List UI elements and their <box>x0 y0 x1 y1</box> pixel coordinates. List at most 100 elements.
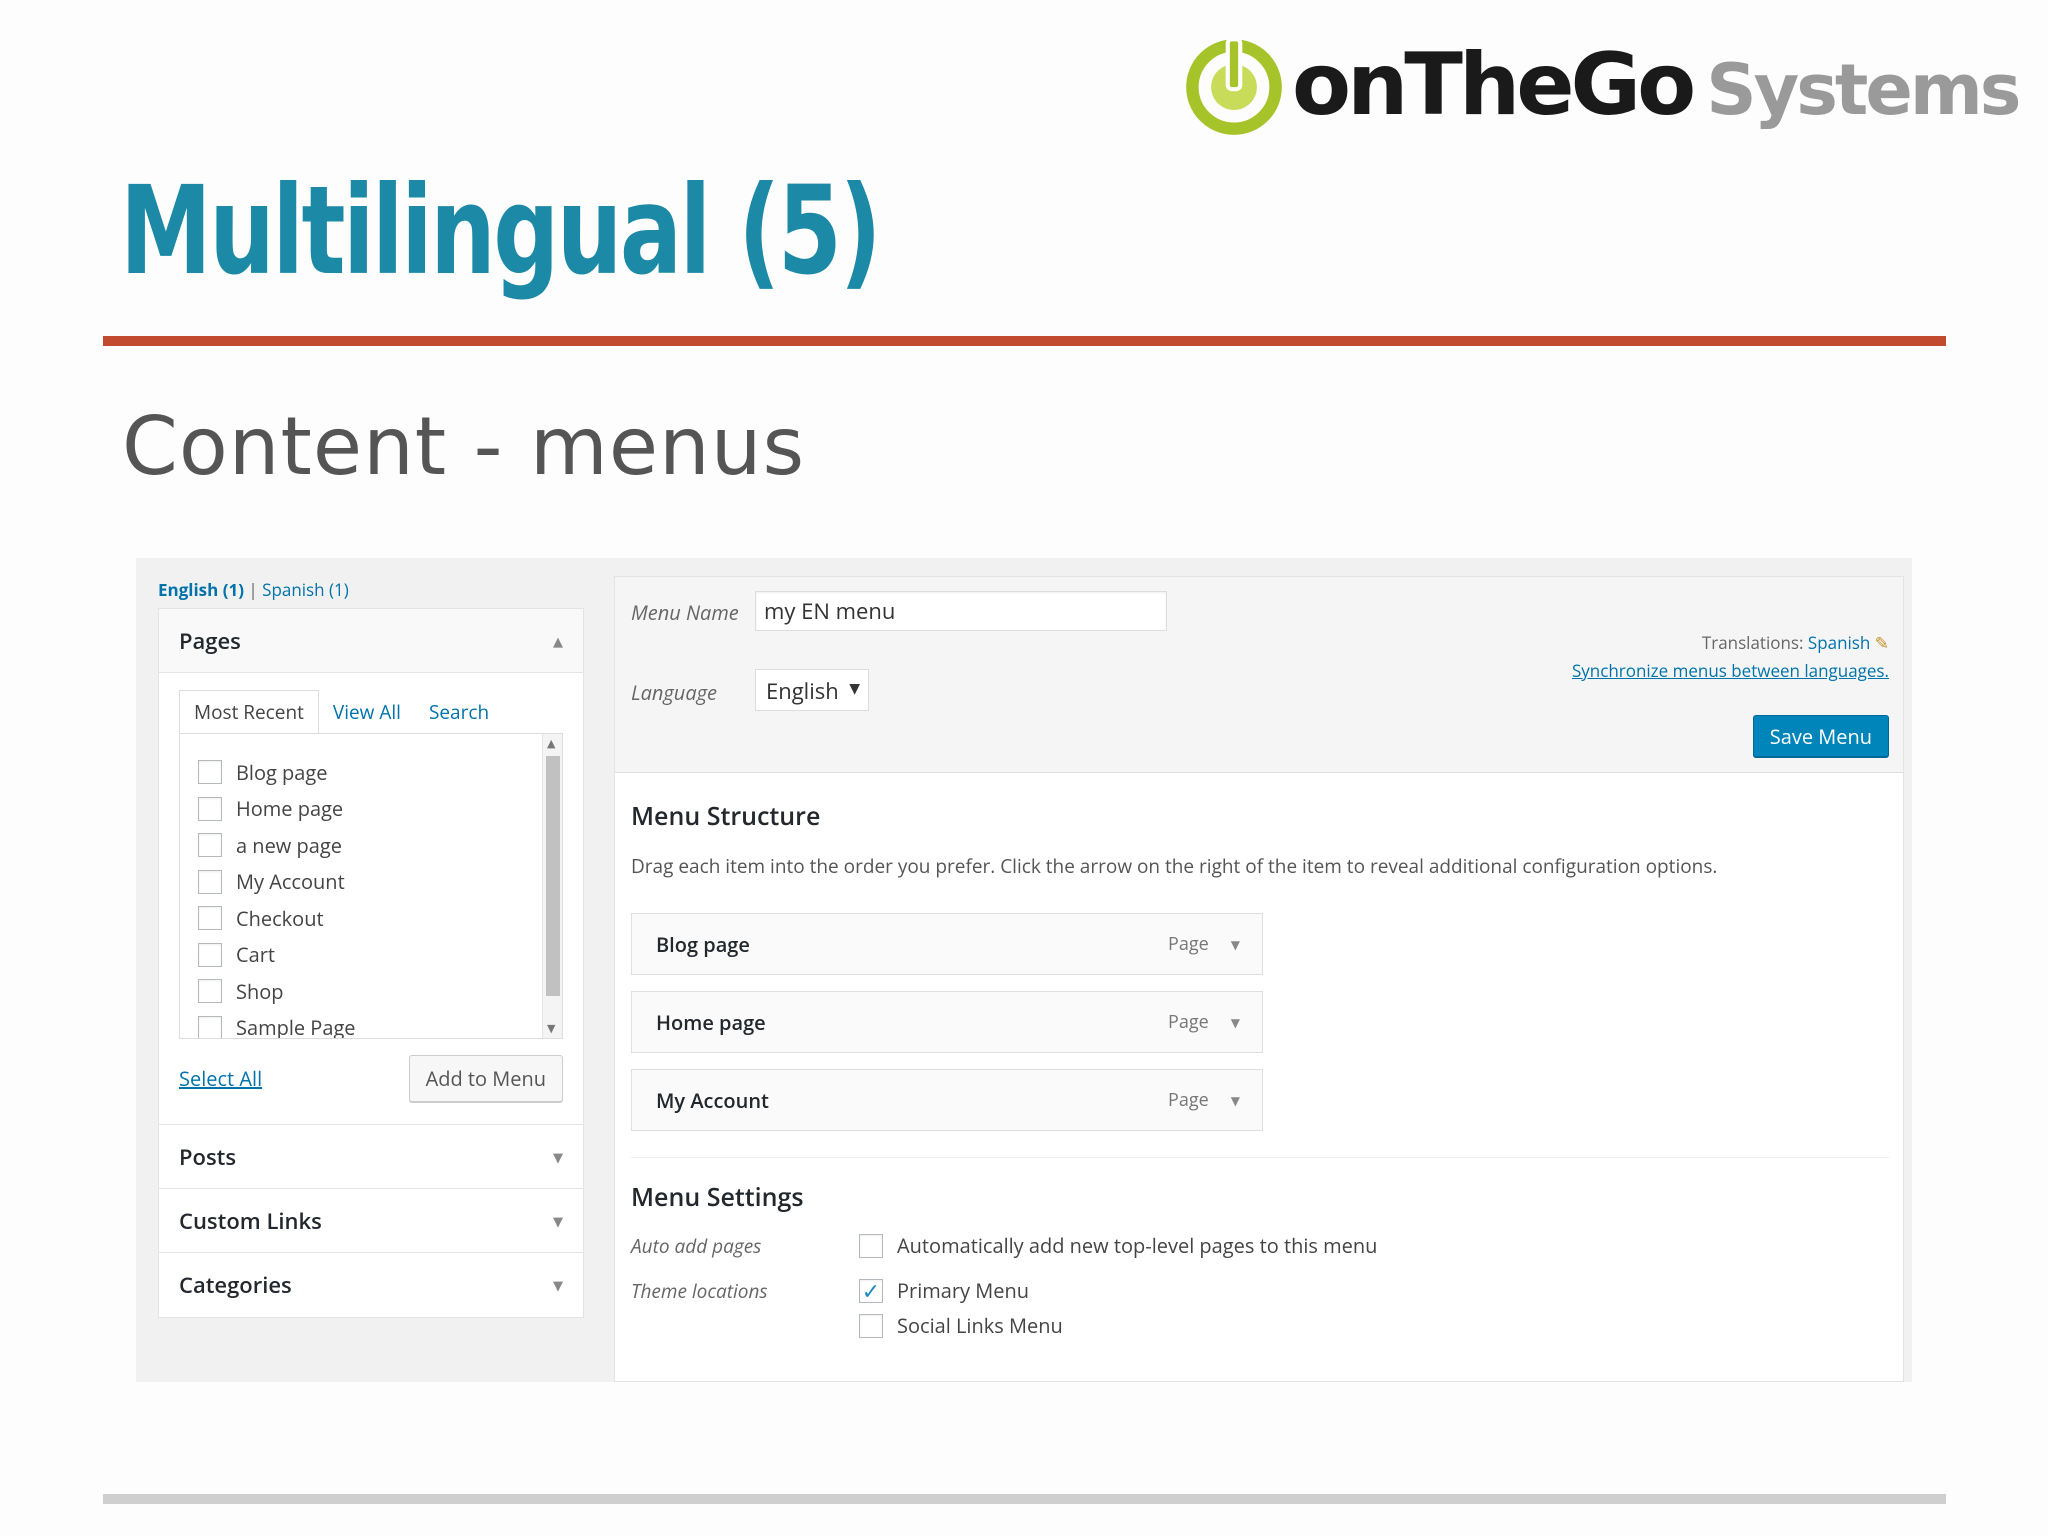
translation-spanish-link[interactable]: Spanish <box>1808 631 1870 654</box>
save-menu-button[interactable]: Save Menu <box>1752 715 1889 757</box>
tab-search[interactable]: Search <box>415 691 503 733</box>
menu-settings-heading: Menu Settings <box>631 1180 804 1214</box>
expand-arrow-icon[interactable]: ▼ <box>553 1276 563 1294</box>
slide-title: Multilingual (5) <box>120 160 882 302</box>
menu-editor: Menu Name Language English ▼ Translation… <box>614 576 1904 1382</box>
auto-add-option[interactable]: Automatically add new top-level pages to… <box>859 1232 1377 1259</box>
page-label: Cart <box>236 941 276 969</box>
menu-editor-header: Menu Name Language English ▼ Translation… <box>615 577 1903 773</box>
item-expand-arrow-icon[interactable]: ▼ <box>1231 936 1240 953</box>
menu-structure-description: Drag each item into the order you prefer… <box>631 853 1718 879</box>
list-item[interactable]: Shop <box>198 973 562 1010</box>
logo-brand-light: Systems <box>1706 49 2021 131</box>
auto-add-label: Auto add pages <box>631 1232 762 1259</box>
scroll-down-icon[interactable]: ▼ <box>547 1021 555 1036</box>
lang-spanish-link[interactable]: Spanish (1) <box>262 578 349 601</box>
menu-item-title: My Account <box>656 1086 769 1114</box>
translations-info: Translations: Spanish ✎ <box>1702 631 1889 654</box>
menu-items-accordion: Pages ▲ Most Recent View All Search Blog… <box>158 608 584 1318</box>
logo-brand-bold: onTheGo <box>1292 35 1696 135</box>
menu-item-meta: Page ▼ <box>1168 932 1240 956</box>
tab-view-all[interactable]: View All <box>319 691 415 733</box>
onthego-logo: onTheGo Systems <box>1182 30 2021 140</box>
menu-item[interactable]: My Account Page ▼ <box>631 1069 1263 1131</box>
menu-item-title: Blog page <box>656 930 750 958</box>
section-divider <box>631 1157 1889 1158</box>
scrollbar-thumb[interactable] <box>546 756 560 996</box>
social-links-row: Social Links Menu <box>631 1312 1889 1339</box>
pages-checklist: Blog page Home page a new page My Accoun… <box>179 733 563 1039</box>
select-all-link[interactable]: Select All <box>179 1065 262 1092</box>
scroll-up-icon[interactable]: ▲ <box>547 736 555 751</box>
menu-item-meta: Page ▼ <box>1168 1010 1240 1034</box>
language-select[interactable]: English ▼ <box>755 669 869 711</box>
list-item[interactable]: Blog page <box>198 754 562 791</box>
item-expand-arrow-icon[interactable]: ▼ <box>1231 1014 1240 1031</box>
menu-item-title: Home page <box>656 1008 766 1036</box>
expand-arrow-icon[interactable]: ▼ <box>553 1212 563 1230</box>
menu-item-type: Page <box>1168 1088 1209 1112</box>
auto-add-checkbox[interactable] <box>859 1233 883 1258</box>
menu-settings-section: Menu Settings Auto add pages Automatical… <box>631 1180 1889 1339</box>
translations-label: Translations: <box>1701 631 1804 654</box>
custom-links-panel-title: Custom Links <box>179 1205 322 1236</box>
add-to-menu-button[interactable]: Add to Menu <box>408 1055 563 1102</box>
slide-subtitle: Content - menus <box>122 400 806 493</box>
pages-panel-header[interactable]: Pages ▲ <box>159 609 583 673</box>
social-links-checkbox[interactable] <box>859 1313 883 1338</box>
primary-menu-option[interactable]: ✓ Primary Menu <box>859 1277 1029 1304</box>
list-item[interactable]: My Account <box>198 864 562 901</box>
tab-most-recent[interactable]: Most Recent <box>179 690 319 734</box>
menu-item[interactable]: Home page Page ▼ <box>631 991 1263 1053</box>
pencil-icon[interactable]: ✎ <box>1875 631 1889 654</box>
menu-item-type: Page <box>1168 1010 1209 1034</box>
primary-menu-checkbox[interactable]: ✓ <box>859 1278 883 1303</box>
menu-item-type: Page <box>1168 932 1209 956</box>
auto-add-option-label: Automatically add new top-level pages to… <box>897 1232 1378 1259</box>
footer-divider <box>103 1494 1946 1504</box>
list-item[interactable]: a new page <box>198 827 562 864</box>
page-label: a new page <box>236 831 342 859</box>
theme-locations-row: Theme locations ✓ Primary Menu <box>631 1277 1889 1304</box>
expand-arrow-icon[interactable]: ▼ <box>553 1148 563 1166</box>
checkbox[interactable] <box>198 979 222 1004</box>
checkbox[interactable] <box>198 1015 222 1038</box>
social-links-option[interactable]: Social Links Menu <box>859 1312 1063 1339</box>
menu-item[interactable]: Blog page Page ▼ <box>631 913 1263 975</box>
sync-menus-link[interactable]: Synchronize menus between languages. <box>1572 659 1889 682</box>
menu-items-list: Blog page Page ▼ Home page Page ▼ My Accou… <box>631 913 1889 1131</box>
list-item[interactable]: Sample Page <box>198 1010 562 1038</box>
categories-panel-header[interactable]: Categories ▼ <box>159 1253 583 1317</box>
categories-panel-title: Categories <box>179 1270 292 1300</box>
checkbox[interactable] <box>198 760 222 785</box>
menu-structure-section: Menu Structure Drag each item into the o… <box>631 799 1889 1339</box>
pages-panel-title: Pages <box>179 625 241 656</box>
collapse-arrow-icon[interactable]: ▲ <box>553 632 563 650</box>
checkbox[interactable] <box>198 833 222 858</box>
list-item[interactable]: Cart <box>198 937 562 974</box>
page-label: Home page <box>236 795 344 823</box>
page-label: My Account <box>236 868 345 896</box>
menu-name-input[interactable] <box>755 591 1167 631</box>
checkbox[interactable] <box>198 796 222 821</box>
checkbox[interactable] <box>198 869 222 894</box>
checkbox[interactable] <box>198 942 222 967</box>
checkbox[interactable] <box>198 906 222 931</box>
custom-links-panel-header[interactable]: Custom Links ▼ <box>159 1189 583 1253</box>
item-expand-arrow-icon[interactable]: ▼ <box>1231 1092 1240 1109</box>
dropdown-caret-icon: ▼ <box>849 679 860 698</box>
posts-panel-title: Posts <box>179 1141 237 1172</box>
power-icon <box>1186 37 1282 135</box>
theme-locations-label: Theme locations <box>631 1277 768 1304</box>
pages-actions: Select All Add to Menu <box>179 1055 563 1102</box>
auto-add-row: Auto add pages Automatically add new top… <box>631 1232 1889 1259</box>
pages-tabs: Most Recent View All Search <box>179 690 563 734</box>
title-divider <box>103 336 1946 346</box>
checklist-scrollbar[interactable]: ▲ ▼ <box>542 734 562 1038</box>
list-item[interactable]: Home page <box>198 791 562 828</box>
list-item[interactable]: Checkout <box>198 900 562 937</box>
page-label: Blog page <box>236 758 328 786</box>
lang-english-link[interactable]: English (1) <box>158 578 244 601</box>
menu-name-label: Menu Name <box>631 599 739 626</box>
posts-panel-header[interactable]: Posts ▼ <box>159 1125 583 1189</box>
